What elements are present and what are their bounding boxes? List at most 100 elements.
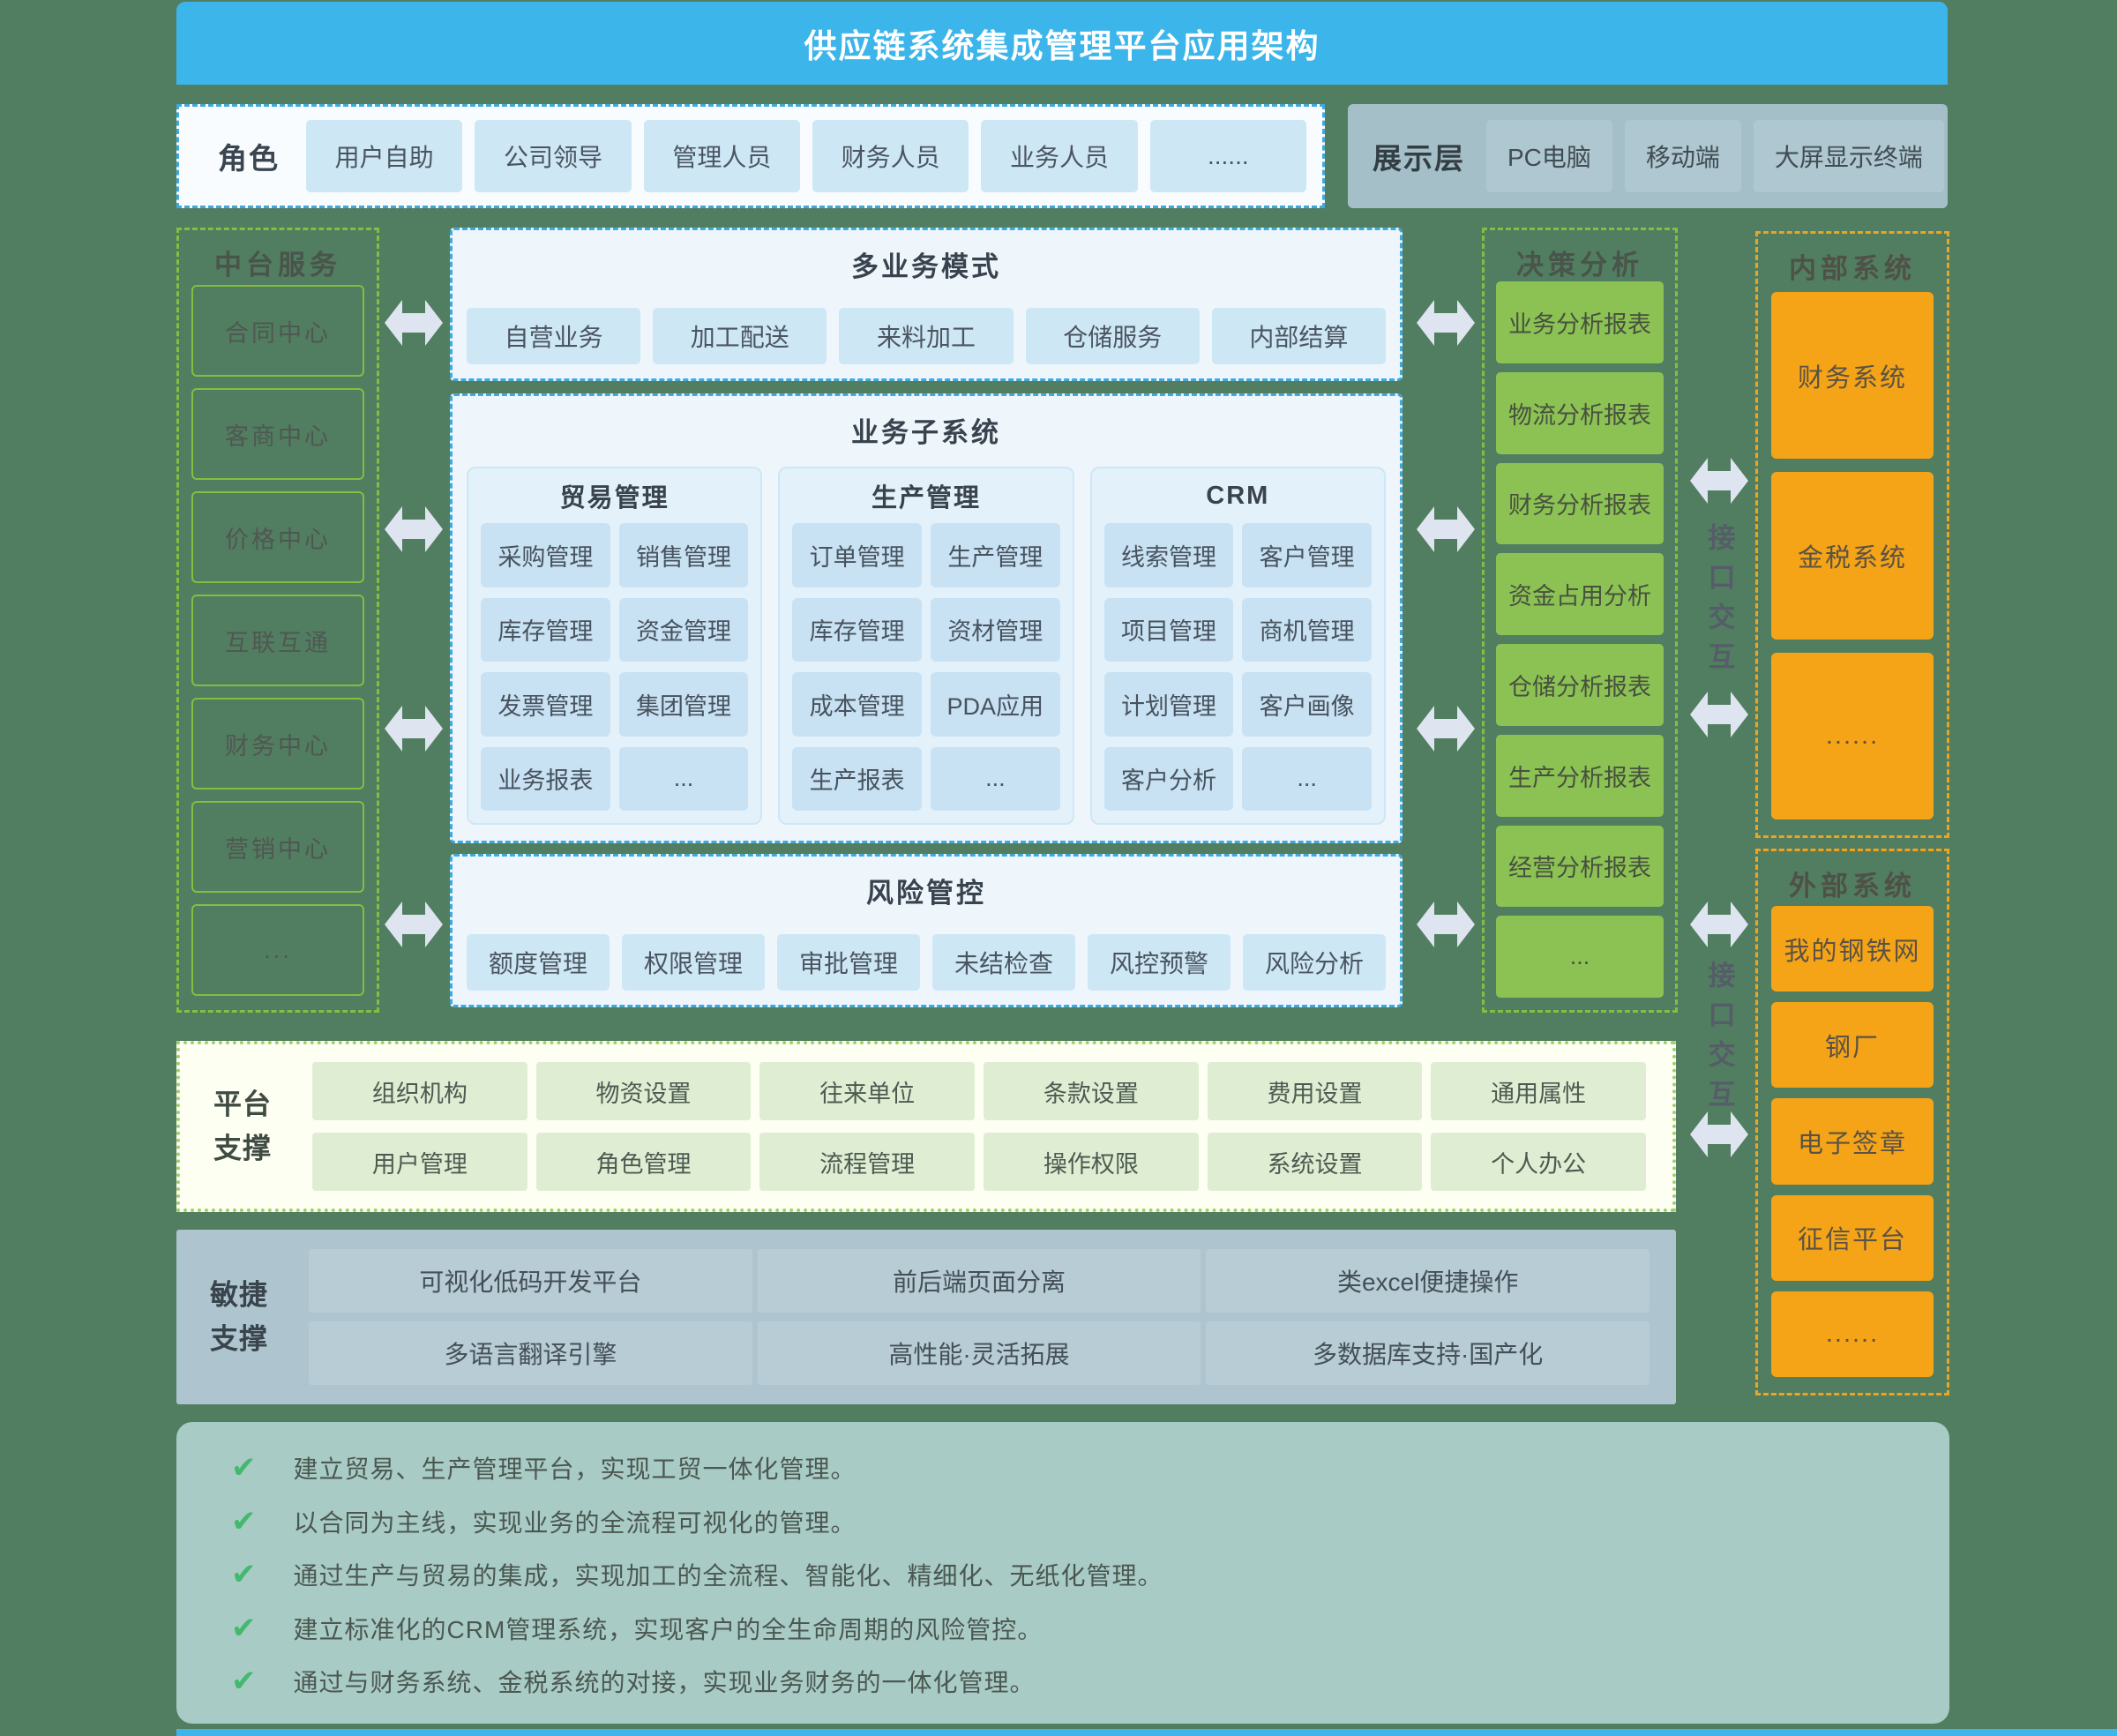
- platform-support-cell: 系统设置: [1208, 1133, 1423, 1191]
- agile-support-cell: 多数据库支持·国产化: [1206, 1321, 1649, 1385]
- subsystem-cell-more: ...: [1242, 747, 1372, 812]
- risk-chip: 未结检查: [932, 934, 1075, 991]
- subsystem-cell: 客户画像: [1242, 672, 1372, 737]
- check-icon: ✔: [231, 1450, 257, 1485]
- subsystem-cell: 销售管理: [619, 523, 749, 587]
- risk-control-title: 风险管控: [453, 871, 1400, 910]
- business-mode-chip: 来料加工: [839, 308, 1013, 364]
- group-grid: 订单管理 生产管理 库存管理 资材管理 成本管理 PDA应用 生产报表 ...: [780, 523, 1072, 823]
- internal-systems-list: 财务系统 金税系统 ......: [1771, 292, 1934, 819]
- bidirectional-arrow-icon: [1417, 706, 1475, 752]
- internal-system-box: 金税系统: [1771, 472, 1934, 639]
- roles-chip-list: 用户自助 公司领导 管理人员 财务人员 业务人员 ......: [306, 120, 1306, 192]
- subsystem-cell-more: ...: [931, 747, 1060, 812]
- decision-box: 财务分析报表: [1496, 463, 1664, 545]
- bidirectional-arrow-icon: [1690, 458, 1748, 504]
- subsystem-cell-more: ...: [619, 747, 749, 812]
- group-title: CRM: [1092, 468, 1384, 523]
- external-system-box-more: ......: [1771, 1291, 1934, 1377]
- subsystem-cell: 发票管理: [481, 672, 610, 737]
- page-title: 供应链系统集成管理平台应用架构: [804, 19, 1320, 67]
- agile-support-cell: 多语言翻译引擎: [309, 1321, 752, 1385]
- mid-platform-box: 互联互通: [191, 595, 364, 686]
- bidirectional-arrow-icon: [1417, 300, 1475, 346]
- external-system-box: 征信平台: [1771, 1195, 1934, 1281]
- display-chip: 大屏显示终端: [1754, 120, 1944, 192]
- role-chip: 公司领导: [475, 120, 631, 192]
- multi-business-panel: 多业务模式 自营业务 加工配送 来料加工 仓储服务 内部结算: [450, 228, 1403, 381]
- mid-platform-box: 营销中心: [191, 801, 364, 893]
- platform-support-cell: 物资设置: [536, 1062, 752, 1120]
- external-systems-list: 我的钢铁网 钢厂 电子签章 征信平台 ......: [1771, 906, 1934, 1377]
- bidirectional-arrow-icon: [1417, 902, 1475, 947]
- platform-support-cell: 角色管理: [536, 1133, 752, 1191]
- agile-support-panel: 敏捷 支撑 可视化低码开发平台 前后端页面分离 类excel便捷操作 多语言翻译…: [176, 1230, 1676, 1404]
- platform-support-label-line1: 平台: [213, 1082, 272, 1126]
- decision-box: 经营分析报表: [1496, 826, 1664, 908]
- summary-text: 通过与财务系统、金税系统的对接，实现业务财务的一体化管理。: [294, 1664, 1036, 1699]
- subsystem-cell: 客户管理: [1242, 523, 1372, 587]
- bidirectional-arrow-icon: [385, 706, 443, 752]
- multi-business-title: 多业务模式: [453, 244, 1400, 284]
- risk-control-panel: 风险管控 额度管理 权限管理 审批管理 未结检查 风控预警 风险分析: [450, 854, 1403, 1007]
- platform-support-cell: 费用设置: [1208, 1062, 1423, 1120]
- platform-support-cell: 用户管理: [312, 1133, 527, 1191]
- subsystem-cell: 业务报表: [481, 747, 610, 812]
- subsystem-cell: 资金管理: [619, 598, 749, 662]
- decision-box: 生产分析报表: [1496, 735, 1664, 817]
- platform-support-label-line2: 支撑: [213, 1126, 272, 1171]
- bidirectional-arrow-icon: [1690, 902, 1748, 947]
- bidirectional-arrow-icon: [1417, 506, 1475, 552]
- agile-support-cell: 前后端页面分离: [758, 1249, 1201, 1313]
- multi-business-chip-list: 自营业务 加工配送 来料加工 仓储服务 内部结算: [467, 308, 1386, 364]
- business-mode-chip: 加工配送: [653, 308, 827, 364]
- platform-support-cell: 组织机构: [312, 1062, 527, 1120]
- subsystem-cell: 项目管理: [1104, 598, 1234, 662]
- bottom-banner-strip: [176, 1729, 2117, 1736]
- platform-support-cell: 流程管理: [759, 1133, 975, 1191]
- summary-item: ✔ 建立贸易、生产管理平台，实现工贸一体化管理。: [231, 1450, 1914, 1485]
- role-chip: 用户自助: [306, 120, 462, 192]
- group-title: 贸易管理: [468, 468, 760, 523]
- subsystems-panel: 业务子系统 贸易管理 采购管理 销售管理 库存管理 资金管理 发票管理 集团管理…: [450, 393, 1403, 843]
- decision-analysis-column: 决策分析 业务分析报表 物流分析报表 财务分析报表 资金占用分析 仓储分析报表 …: [1482, 228, 1678, 1013]
- display-layer-label: 展示层: [1373, 135, 1465, 177]
- business-mode-chip: 自营业务: [467, 308, 640, 364]
- decision-box: 资金占用分析: [1496, 553, 1664, 635]
- subsystem-cell: 商机管理: [1242, 598, 1372, 662]
- bidirectional-arrow-icon: [385, 902, 443, 947]
- role-chip: 财务人员: [812, 120, 969, 192]
- check-icon: ✔: [231, 1664, 257, 1699]
- summary-text: 以合同为主线，实现业务的全流程可视化的管理。: [294, 1504, 857, 1539]
- role-chip: 管理人员: [644, 120, 800, 192]
- subsystem-cell: 库存管理: [481, 598, 610, 662]
- risk-chip: 审批管理: [777, 934, 920, 991]
- agile-support-cell: 高性能·灵活拓展: [758, 1321, 1201, 1385]
- interface-interaction-label: 接口交互: [1690, 519, 1748, 686]
- risk-chip: 风险分析: [1243, 934, 1386, 991]
- agile-support-label-line2: 支撑: [210, 1317, 268, 1361]
- platform-support-grid: 组织机构 物资设置 往来单位 条款设置 费用设置 通用属性 用户管理 角色管理 …: [312, 1062, 1646, 1191]
- summary-list: ✔ 建立贸易、生产管理平台，实现工贸一体化管理。 ✔ 以合同为主线，实现业务的全…: [231, 1450, 1914, 1699]
- interface-interaction-label: 接口交互: [1690, 958, 1748, 1122]
- summary-panel: ✔ 建立贸易、生产管理平台，实现工贸一体化管理。 ✔ 以合同为主线，实现业务的全…: [176, 1422, 1949, 1724]
- risk-chip: 风控预警: [1088, 934, 1231, 991]
- decision-box: 业务分析报表: [1496, 281, 1664, 363]
- external-systems-title: 外部系统: [1758, 864, 1947, 903]
- platform-support-cell: 通用属性: [1431, 1062, 1646, 1120]
- decision-box: 仓储分析报表: [1496, 644, 1664, 726]
- role-chip-more: ......: [1150, 120, 1306, 192]
- subsystems-title: 业务子系统: [453, 410, 1400, 450]
- summary-text: 通过生产与贸易的集成，实现加工的全流程、智能化、精细化、无纸化管理。: [294, 1557, 1163, 1592]
- group-title: 生产管理: [780, 468, 1072, 523]
- external-system-box: 电子签章: [1771, 1098, 1934, 1184]
- subsystem-cell: 订单管理: [792, 523, 922, 587]
- check-icon: ✔: [231, 1557, 257, 1592]
- agile-support-cell: 可视化低码开发平台: [309, 1249, 752, 1313]
- internal-system-box-more: ......: [1771, 653, 1934, 819]
- platform-support-panel: 平台 支撑 组织机构 物资设置 往来单位 条款设置 费用设置 通用属性 用户管理…: [176, 1041, 1676, 1212]
- subsystem-cell: 客户分析: [1104, 747, 1234, 812]
- check-icon: ✔: [231, 1611, 257, 1646]
- platform-support-cell: 操作权限: [984, 1133, 1199, 1191]
- summary-text: 建立贸易、生产管理平台，实现工贸一体化管理。: [294, 1450, 857, 1485]
